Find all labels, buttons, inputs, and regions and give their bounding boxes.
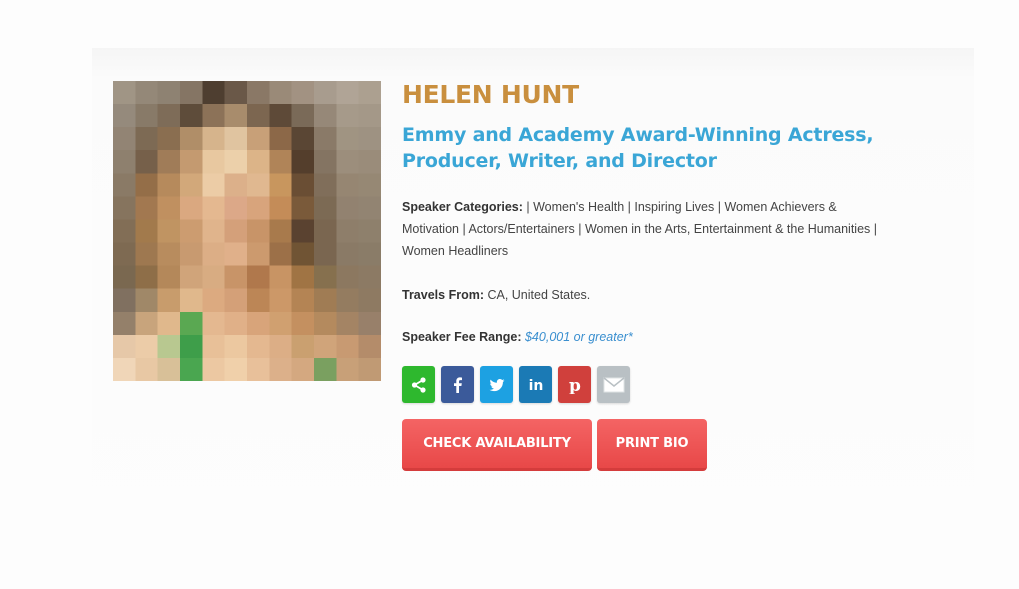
speaker-fee: Speaker Fee Range: $40,001 or greater* (402, 326, 972, 348)
fee-label: Speaker Fee Range: (402, 330, 522, 344)
categories-line-1: | Women's Health | Inspiring Lives | Wom… (522, 200, 837, 214)
linkedin-icon: in (528, 378, 543, 394)
headline-line-2: Producer, Writer, and Director (402, 150, 717, 172)
share-icon (411, 376, 426, 393)
speaker-name: HELEN HUNT (402, 80, 579, 109)
facebook-button[interactable] (441, 366, 474, 403)
twitter-button[interactable] (480, 366, 513, 403)
speaker-info: HELEN HUNT Emmy and Academy Award-Winnin… (402, 78, 972, 471)
pinterest-icon: p (569, 376, 581, 394)
speaker-photo (113, 81, 381, 381)
categories-label: Speaker Categories: (402, 200, 523, 214)
print-bio-button[interactable]: PRINT BIO (597, 419, 707, 471)
svg-text:in: in (528, 378, 543, 394)
action-buttons: CHECK AVAILABILITY PRINT BIO (402, 419, 972, 471)
twitter-icon (488, 378, 504, 391)
categories-line-2: Motivation | Actors/Entertainers | Women… (402, 222, 877, 236)
email-button[interactable] (597, 366, 630, 403)
facebook-icon (453, 376, 462, 393)
pinterest-button[interactable]: p (558, 366, 591, 403)
speaker-categories: Speaker Categories: | Women's Health | I… (402, 196, 972, 262)
fee-value: $40,001 or greater* (524, 330, 633, 344)
social-share-bar: in p (402, 366, 972, 403)
speaker-headline: Emmy and Academy Award-Winning Actress, … (402, 122, 972, 174)
check-availability-button[interactable]: CHECK AVAILABILITY (402, 419, 592, 471)
travels-label: Travels From: (402, 288, 484, 302)
headline-line-1: Emmy and Academy Award-Winning Actress, (402, 124, 874, 146)
share-button[interactable] (402, 366, 435, 403)
page: HELEN HUNT Emmy and Academy Award-Winnin… (0, 0, 1019, 589)
categories-line-3: Women Headliners (402, 244, 509, 258)
speaker-travels: Travels From: CA, United States. (402, 284, 972, 306)
email-icon (603, 376, 624, 392)
travels-value: CA, United States. (483, 288, 591, 302)
linkedin-button[interactable]: in (519, 366, 552, 403)
svg-text:p: p (569, 376, 581, 394)
